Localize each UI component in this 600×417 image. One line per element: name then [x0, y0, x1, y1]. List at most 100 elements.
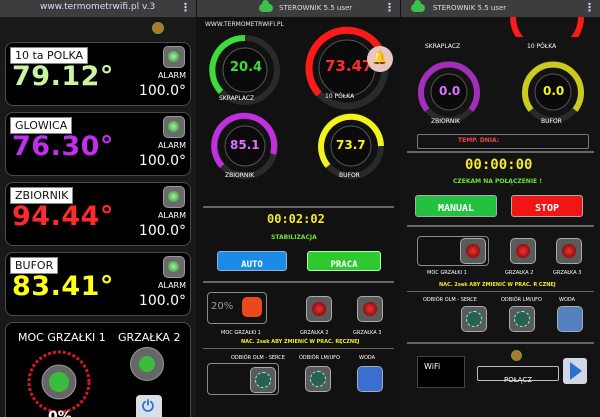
cloud-icon — [259, 0, 273, 12]
heater2-button[interactable] — [510, 238, 536, 264]
manual-hint: NAC. 2sek ABY ZMIENIĆ W PRAC. RĘCZNEJ — [241, 339, 360, 345]
panel-sterownik-1: STEROWNIK 5.5 user ⋮ WWW.TERMOMETRWIFI.P… — [197, 0, 400, 417]
cloud-icon — [411, 0, 425, 12]
odbior2-label: ODBIÓR LM/UFO — [299, 355, 340, 361]
app-bar: www.termometrwifi.pl v.3 ⋮ — [0, 0, 196, 17]
wifi-field[interactable]: WiFi — [417, 356, 465, 388]
sensor-card-bufor[interactable]: BUFOR 83.41° ALARM 100.0° — [5, 252, 191, 316]
sensor-value: 79.12° — [12, 61, 114, 92]
manual-button[interactable]: MANUAL — [415, 195, 497, 217]
auto-button[interactable]: AUTO — [217, 251, 287, 271]
gauge-value: 85.1 — [230, 138, 260, 152]
gauge-value: 73.7 — [336, 138, 366, 152]
divider — [407, 291, 594, 292]
manual-hint: NAC. 2sek ABY ZMIENIĆ W PRAC. R CZNEJ — [439, 282, 556, 288]
stop-button[interactable]: STOP — [511, 195, 583, 217]
sensor-value: 83.41° — [12, 271, 114, 302]
sensor-card-polka[interactable]: 10 ta POLKA 79.12° ALARM 100.0° — [5, 42, 191, 106]
gauge-label: 10 PÓŁKA — [325, 93, 355, 100]
sensor-value: 76.30° — [12, 131, 114, 162]
heater-percent: 0% — [48, 409, 72, 417]
connect-label: POŁĄCZ — [503, 376, 532, 384]
process-timer: 00:02:02 — [267, 212, 325, 226]
alarm-setpoint[interactable]: 100.0° — [139, 223, 186, 239]
water-valve-button[interactable] — [357, 366, 383, 392]
divider — [203, 348, 394, 349]
skraplacz-label: SKRAPLACZ — [425, 43, 461, 50]
alarm-label: ALARM — [157, 141, 186, 150]
panel-termometr: www.termometrwifi.pl v.3 ⋮ 10 ta POLKA 7… — [0, 0, 196, 417]
wifi-label: WiFi — [424, 362, 441, 371]
power-button[interactable]: ⏻ — [136, 395, 162, 417]
divider — [203, 281, 394, 283]
odbior2-fan-button[interactable] — [305, 366, 331, 392]
menu-dots-icon[interactable]: ⋮ — [384, 1, 395, 15]
odbior1-box[interactable] — [207, 363, 279, 395]
gauge-label: SKRAPLACZ — [219, 95, 255, 102]
flame-icon — [242, 297, 262, 317]
app-bar: STEROWNIK 5.5 user ⋮ — [401, 0, 600, 17]
woda-label: WODA — [359, 355, 376, 361]
power-percent: 20% — [211, 301, 234, 312]
temp-dnia-box[interactable]: TEMP. DNIA: — [417, 134, 589, 149]
heater3-button[interactable] — [556, 238, 582, 264]
app-bar: STEROWNIK 5.5 user ⋮ — [197, 0, 400, 17]
power-percent-box[interactable]: 20% — [207, 292, 267, 324]
gauge-value: 20.4 — [230, 60, 263, 75]
gauge-value: 73.47 — [325, 57, 373, 75]
menu-dots-icon[interactable]: ⋮ — [180, 1, 191, 15]
gauge-value: 0.0 — [543, 84, 565, 98]
gauge-label: BUFOR — [339, 172, 360, 179]
heater1-dial[interactable] — [24, 347, 94, 417]
gauge-top-partial — [510, 17, 584, 37]
heater1-label: MOC GRZAŁKI 1 — [221, 330, 261, 336]
alarm-label: ALARM — [157, 281, 186, 290]
alarm-bell-icon[interactable]: 🔔 — [367, 46, 393, 72]
polka-label: 10 PÓŁKA — [527, 43, 557, 50]
odbior1-label: ODBIÓR OLM - SERCE — [423, 297, 477, 303]
odbior2-fan-button[interactable] — [509, 306, 535, 332]
divider — [407, 225, 594, 227]
heater1-box[interactable] — [417, 236, 489, 266]
temp-dnia-label: TEMP. DNIA: — [458, 137, 500, 144]
heater1-label: MOC GRZAŁKI 1 — [427, 270, 467, 276]
gauge-value: 0.0 — [439, 84, 461, 98]
alarm-toggle-icon[interactable] — [163, 256, 185, 278]
odbior1-label: ODBIÓR OLM - SERCE — [231, 355, 285, 361]
sensor-value: 94.44° — [12, 201, 114, 232]
divider — [407, 342, 594, 344]
alarm-toggle-icon[interactable] — [163, 186, 185, 208]
gauge-label: BUFOR — [541, 118, 562, 125]
praca-button-label: PRACA — [330, 260, 358, 270]
heater2-flame-icon[interactable] — [130, 347, 164, 381]
divider — [203, 206, 394, 208]
alarm-toggle-icon[interactable] — [163, 46, 185, 68]
heater-panel: MOC GRZAŁKI 1 GRZAŁKA 2 0% ⏻ — [5, 322, 191, 417]
connect-button[interactable]: POŁĄCZ — [477, 366, 559, 384]
wifi-status-icon[interactable] — [152, 22, 164, 34]
menu-dots-icon[interactable]: ⋮ — [584, 1, 595, 15]
process-status: CZEKAM NA POŁĄCZENIE ! — [453, 178, 542, 185]
stop-button-label: STOP — [534, 203, 560, 214]
heater2-label: GRZAŁKA 2 — [300, 330, 329, 336]
play-icon — [570, 362, 582, 380]
alarm-toggle-icon[interactable] — [163, 116, 185, 138]
play-button[interactable] — [563, 358, 587, 384]
odbior1-fan-button[interactable] — [461, 306, 487, 332]
water-valve-button[interactable] — [557, 306, 583, 332]
sensor-card-glowica[interactable]: GLOWICA 76.30° ALARM 100.0° — [5, 112, 191, 176]
heater3-button[interactable] — [357, 296, 383, 322]
heater3-label: GRZAŁKA 3 — [353, 330, 382, 336]
manual-button-label: MANUAL — [437, 203, 475, 214]
heater1-indicator — [460, 238, 486, 264]
gauge-label: ZBIORNIK — [431, 118, 461, 125]
alarm-setpoint[interactable]: 100.0° — [139, 153, 186, 169]
fan-icon — [250, 367, 276, 393]
alarm-setpoint[interactable]: 100.0° — [139, 293, 186, 309]
praca-button[interactable]: PRACA — [307, 251, 381, 271]
heater1-label: MOC GRZAŁKI 1 — [18, 331, 106, 344]
heater2-button[interactable] — [306, 296, 332, 322]
alarm-setpoint[interactable]: 100.0° — [139, 83, 186, 99]
sensor-card-zbiornik[interactable]: ZBIORNIK 94.44° ALARM 100.0° — [5, 182, 191, 246]
app-title: www.termometrwifi.pl v.3 — [40, 2, 156, 12]
